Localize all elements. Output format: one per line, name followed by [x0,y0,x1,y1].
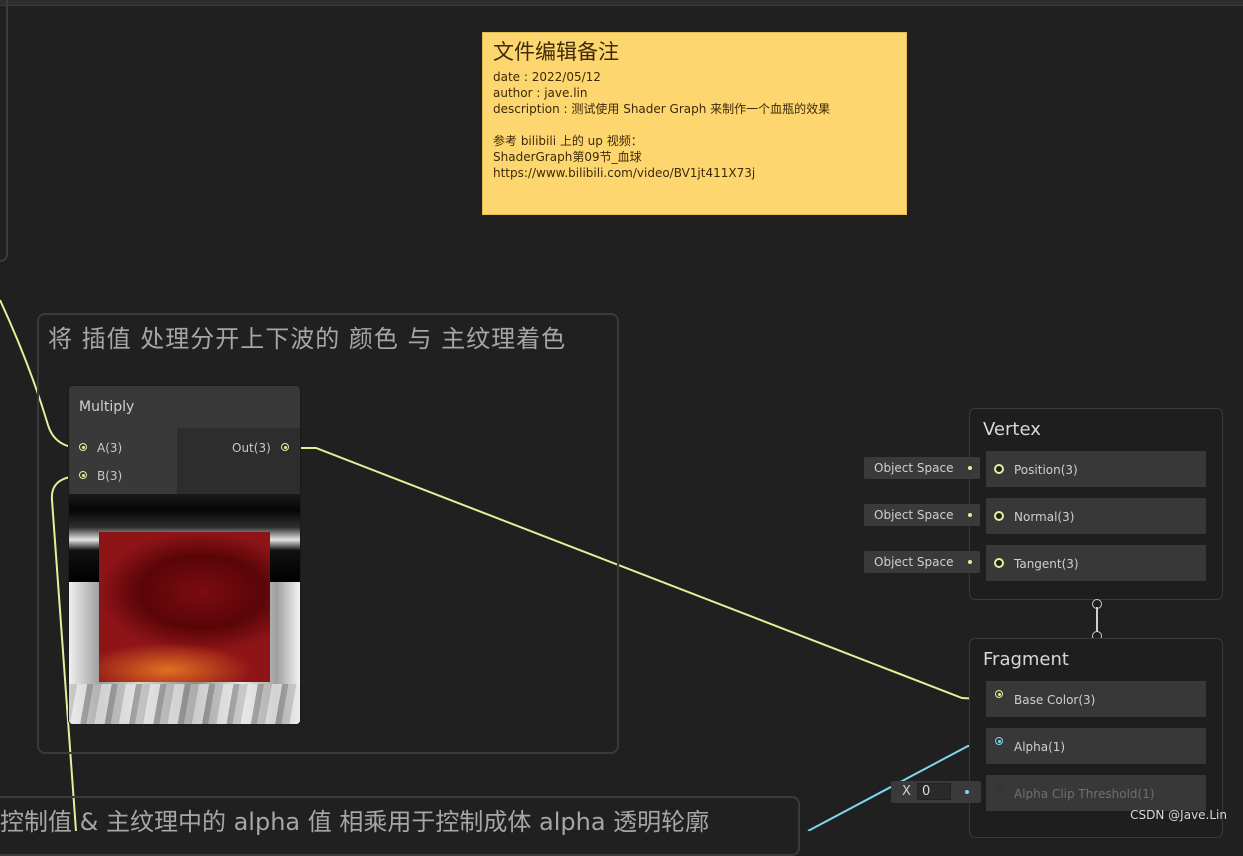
block-label: Alpha(1) [1014,740,1066,754]
input-port-a[interactable] [79,443,87,451]
block-alpha-clip-threshold[interactable]: Alpha Clip Threshold(1) [986,775,1206,811]
group-bottom-title: 控制值 & 主纹理中的 alpha 值 相乘用于控制成体 alpha 透明轮廓 [0,808,710,836]
block-base-color[interactable]: Base Color(3) [986,681,1206,717]
x-label: X [902,784,911,799]
block-position[interactable]: Position(3) [986,451,1206,487]
port-position[interactable] [994,464,1004,474]
block-label: Position(3) [1014,463,1078,477]
port-alpha-clip[interactable] [995,784,1003,792]
output-port[interactable] [281,443,289,451]
x-value-field[interactable]: 0 [917,783,951,800]
port-normal[interactable] [994,511,1004,521]
node-title: Multiply [69,386,300,428]
tangent-space-dropdown[interactable]: Object Space [864,551,980,573]
block-label: Alpha Clip Threshold(1) [1014,787,1155,801]
port-alpha[interactable] [995,737,1003,745]
space-label: Object Space [874,555,954,569]
fragment-title: Fragment [983,649,1069,670]
node-group-bottom[interactable]: 控制值 & 主纹理中的 alpha 值 相乘用于控制成体 alpha 透明轮廓 [0,796,800,856]
vertex-title: Vertex [983,419,1041,440]
node-preview-image [69,494,300,724]
input-label-a: A(3) [97,441,123,455]
sticky-note[interactable]: 文件编辑备注 date : 2022/05/12 author : jave.l… [482,32,907,215]
input-label-b: B(3) [97,469,123,483]
block-label: Normal(3) [1014,510,1075,524]
port-base-color[interactable] [995,690,1003,698]
group-title: 将 插值 处理分开上下波的 颜色 与 主纹理着色 [48,325,567,353]
watermark-text: CSDN @Jave.Lin [1130,808,1227,822]
alpha-clip-input[interactable]: X 0 [891,781,981,803]
port-tangent[interactable] [994,558,1004,568]
block-label: Tangent(3) [1014,557,1079,571]
output-ports: Out(3) [177,428,300,494]
block-alpha[interactable]: Alpha(1) [986,728,1206,764]
multiply-node[interactable]: Multiply A(3) B(3) Out(3) [69,386,300,724]
block-normal[interactable]: Normal(3) [986,498,1206,534]
sticky-note-body: date : 2022/05/12 author : jave.lin desc… [493,70,831,180]
output-label: Out(3) [232,441,271,455]
sticky-note-title: 文件编辑备注 [493,40,619,64]
block-label: Base Color(3) [1014,693,1096,707]
space-label: Object Space [874,461,954,475]
input-port-b[interactable] [79,471,87,479]
position-space-dropdown[interactable]: Object Space [864,457,980,479]
block-tangent[interactable]: Tangent(3) [986,545,1206,581]
input-ports: A(3) B(3) [69,428,177,494]
vertex-fragment-link [1091,599,1103,641]
space-label: Object Space [874,508,954,522]
normal-space-dropdown[interactable]: Object Space [864,504,980,526]
